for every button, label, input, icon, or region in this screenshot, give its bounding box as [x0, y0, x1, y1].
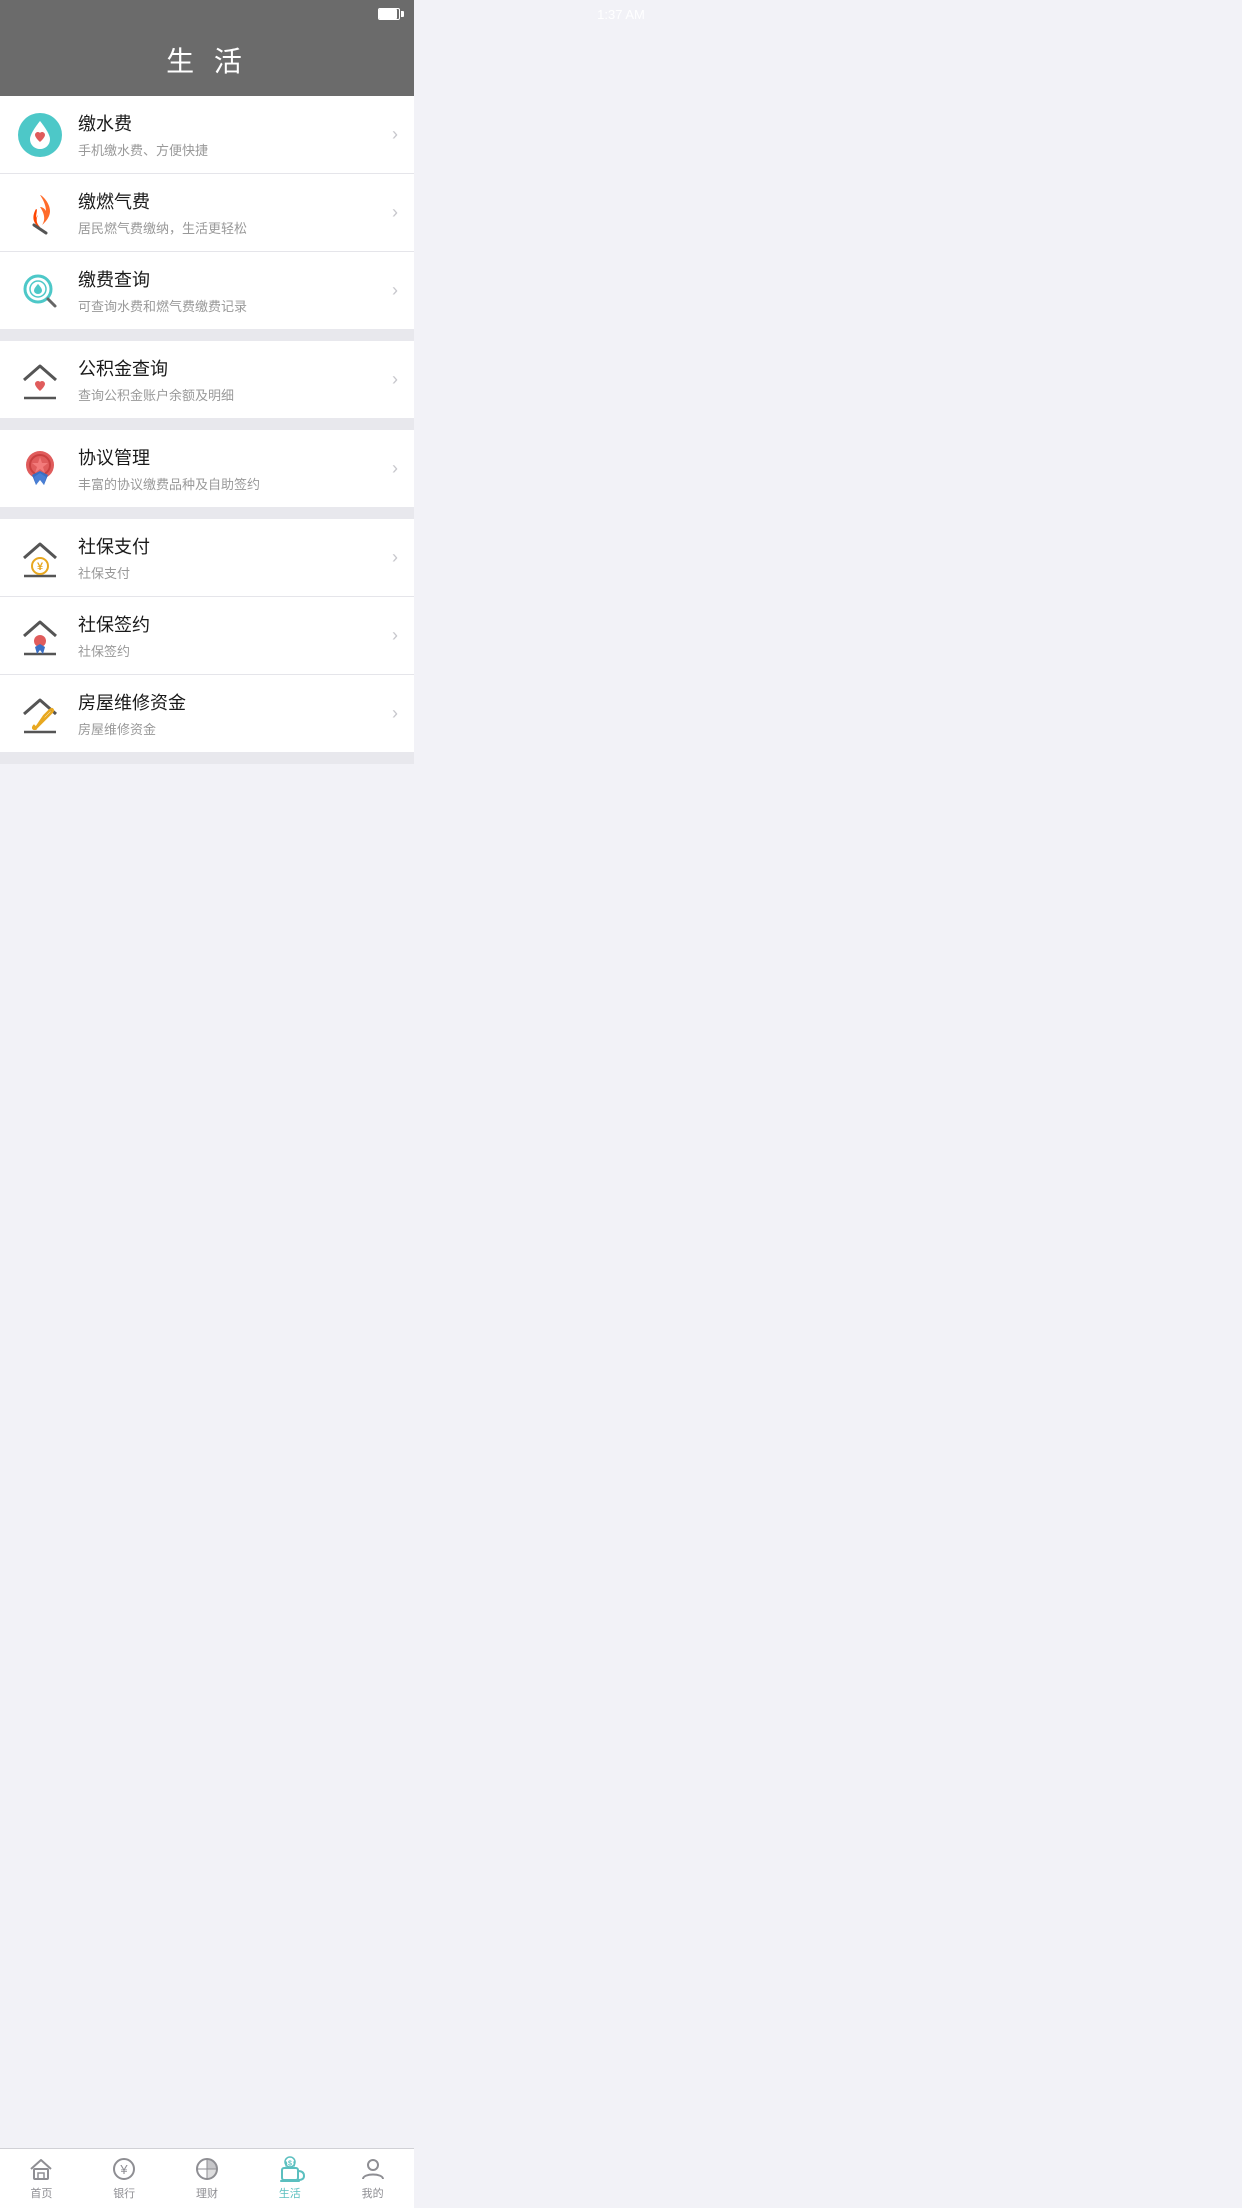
gas-fee-chevron: ›: [392, 202, 398, 223]
social-sign-title: 社保签约: [78, 611, 384, 637]
life-tab-icon: $: [277, 2156, 303, 2182]
divider-3: [0, 507, 414, 519]
provident-chevron: ›: [392, 369, 398, 390]
content-area: 缴水费 手机缴水费、方便快捷 › 缴燃气费 居民燃气费缴纳，生活更轻松 ›: [0, 96, 414, 824]
svg-text:¥: ¥: [120, 2162, 129, 2177]
bank-tab-icon: ¥: [111, 2156, 137, 2182]
list-item-gas-fee[interactable]: 缴燃气费 居民燃气费缴纳，生活更轻松 ›: [0, 174, 414, 252]
water-fee-chevron: ›: [392, 124, 398, 145]
gas-fee-title: 缴燃气费: [78, 188, 384, 214]
gas-fee-icon: [16, 189, 64, 237]
agreement-text: 协议管理 丰富的协议缴费品种及自助签约: [78, 444, 384, 493]
fee-query-chevron: ›: [392, 280, 398, 301]
agreement-icon: [16, 445, 64, 493]
house-repair-title: 房屋维修资金: [78, 689, 384, 715]
social-pay-title: 社保支付: [78, 533, 384, 559]
tab-mine[interactable]: 我的: [331, 2149, 414, 2208]
tab-bank[interactable]: ¥ 银行: [83, 2149, 166, 2208]
status-time: 1:37 AM: [597, 7, 645, 22]
provident-text: 公积金查询 查询公积金账户余额及明细: [78, 355, 384, 404]
agreement-subtitle: 丰富的协议缴费品种及自助签约: [78, 474, 384, 493]
list-item-fee-query[interactable]: 缴费查询 可查询水费和燃气费缴费记录 ›: [0, 252, 414, 329]
divider-1: [0, 329, 414, 341]
social-pay-text: 社保支付 社保支付: [78, 533, 384, 582]
section-social: ¥ 社保支付 社保支付 › 社保签约: [0, 519, 414, 752]
page-title: 生 活: [166, 46, 248, 77]
gas-fee-subtitle: 居民燃气费缴纳，生活更轻松: [78, 218, 384, 237]
tab-bar: 首页 ¥ 银行 理财: [0, 2148, 414, 2208]
fee-query-icon: [16, 267, 64, 315]
house-repair-chevron: ›: [392, 703, 398, 724]
house-repair-text: 房屋维修资金 房屋维修资金: [78, 689, 384, 738]
list-item-social-sign[interactable]: 社保签约 社保签约 ›: [0, 597, 414, 675]
tab-home[interactable]: 首页: [0, 2149, 83, 2208]
finance-tab-icon: [194, 2156, 220, 2182]
tab-finance-label: 理财: [196, 2185, 218, 2201]
water-fee-subtitle: 手机缴水费、方便快捷: [78, 140, 384, 159]
status-bar: 1:37 AM: [0, 0, 414, 28]
water-fee-icon: [16, 111, 64, 159]
mine-tab-icon: [360, 2156, 386, 2182]
social-sign-subtitle: 社保签约: [78, 641, 384, 660]
provident-title: 公积金查询: [78, 355, 384, 381]
provident-icon: [16, 356, 64, 404]
bottom-spacer: [0, 752, 414, 764]
section-fund: 公积金查询 查询公积金账户余额及明细 ›: [0, 341, 414, 418]
agreement-chevron: ›: [392, 458, 398, 479]
social-sign-icon: [16, 612, 64, 660]
house-repair-subtitle: 房屋维修资金: [78, 719, 384, 738]
section-utilities: 缴水费 手机缴水费、方便快捷 › 缴燃气费 居民燃气费缴纳，生活更轻松 ›: [0, 96, 414, 329]
gas-fee-text: 缴燃气费 居民燃气费缴纳，生活更轻松: [78, 188, 384, 237]
provident-subtitle: 查询公积金账户余额及明细: [78, 385, 384, 404]
social-pay-subtitle: 社保支付: [78, 563, 384, 582]
svg-text:¥: ¥: [37, 561, 44, 573]
social-pay-chevron: ›: [392, 547, 398, 568]
tab-home-label: 首页: [30, 2185, 52, 2201]
social-pay-icon: ¥: [16, 534, 64, 582]
social-sign-text: 社保签约 社保签约: [78, 611, 384, 660]
fee-query-subtitle: 可查询水费和燃气费缴费记录: [78, 296, 384, 315]
page-header: 生 活: [0, 28, 414, 96]
tab-finance[interactable]: 理财: [166, 2149, 249, 2208]
home-tab-icon: [28, 2156, 54, 2182]
water-fee-text: 缴水费 手机缴水费、方便快捷: [78, 110, 384, 159]
tab-mine-label: 我的: [362, 2185, 384, 2201]
list-item-provident[interactable]: 公积金查询 查询公积金账户余额及明细 ›: [0, 341, 414, 418]
battery-icon: [378, 8, 400, 20]
house-repair-icon: [16, 690, 64, 738]
tab-life-label: 生活: [279, 2185, 301, 2201]
fee-query-title: 缴费查询: [78, 266, 384, 292]
tab-life[interactable]: $ 生活: [248, 2149, 331, 2208]
water-fee-title: 缴水费: [78, 110, 384, 136]
agreement-title: 协议管理: [78, 444, 384, 470]
list-item-social-pay[interactable]: ¥ 社保支付 社保支付 ›: [0, 519, 414, 597]
svg-text:$: $: [288, 2161, 292, 2168]
list-item-water-fee[interactable]: 缴水费 手机缴水费、方便快捷 ›: [0, 96, 414, 174]
social-sign-chevron: ›: [392, 625, 398, 646]
section-agreement: 协议管理 丰富的协议缴费品种及自助签约 ›: [0, 430, 414, 507]
fee-query-text: 缴费查询 可查询水费和燃气费缴费记录: [78, 266, 384, 315]
list-item-agreement[interactable]: 协议管理 丰富的协议缴费品种及自助签约 ›: [0, 430, 414, 507]
tab-bank-label: 银行: [113, 2185, 135, 2201]
list-item-house-repair[interactable]: 房屋维修资金 房屋维修资金 ›: [0, 675, 414, 752]
divider-2: [0, 418, 414, 430]
